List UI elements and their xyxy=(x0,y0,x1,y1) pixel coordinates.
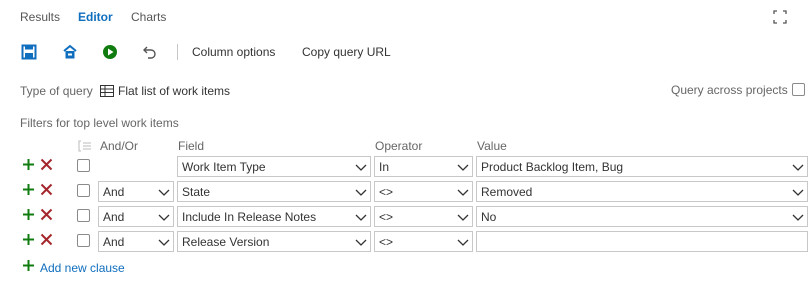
chevron-down-icon xyxy=(355,239,367,246)
operator-dropdown[interactable]: <> xyxy=(374,206,473,227)
field-dropdown[interactable]: Include In Release Notes xyxy=(177,206,371,227)
tab-results[interactable]: Results xyxy=(20,10,60,24)
column-options-button[interactable]: Column options xyxy=(192,45,275,59)
add-clause-icon[interactable] xyxy=(22,233,35,246)
add-new-clause-link[interactable]: Add new clause xyxy=(40,261,125,275)
tab-charts[interactable]: Charts xyxy=(131,10,166,24)
chevron-down-icon xyxy=(355,164,367,171)
toolbar-separator xyxy=(177,44,178,60)
delete-clause-icon[interactable] xyxy=(40,183,53,196)
chevron-down-icon xyxy=(792,164,804,171)
field-value: Work Item Type xyxy=(182,160,266,174)
chevron-down-icon xyxy=(457,214,469,221)
field-value: State xyxy=(182,185,211,199)
chevron-down-icon xyxy=(355,189,367,196)
delete-clause-icon[interactable] xyxy=(40,208,53,221)
andor-dropdown[interactable]: And xyxy=(98,206,174,227)
value-dropdown[interactable]: Removed xyxy=(476,181,808,202)
header-value: Value xyxy=(477,139,507,153)
value-dropdown[interactable]: Product Backlog Item, Bug xyxy=(476,156,808,177)
value-dropdown[interactable]: No xyxy=(476,206,808,227)
chevron-down-icon xyxy=(158,189,170,196)
andor-dropdown[interactable]: And xyxy=(98,231,174,252)
add-clause-icon[interactable] xyxy=(22,158,35,171)
operator-value: <> xyxy=(379,185,394,199)
add-icon[interactable] xyxy=(22,259,35,272)
run-query-icon[interactable] xyxy=(102,44,118,60)
delete-clause-icon[interactable] xyxy=(40,158,53,171)
clause-select-checkbox[interactable] xyxy=(77,234,90,247)
value-input[interactable] xyxy=(476,231,808,252)
field-value: Release Version xyxy=(182,235,270,249)
filters-title: Filters for top level work items xyxy=(20,116,179,130)
andor-value: And xyxy=(103,185,125,199)
andor-value: And xyxy=(103,235,125,249)
field-dropdown[interactable]: Work Item Type xyxy=(177,156,371,177)
field-dropdown[interactable]: Release Version xyxy=(177,231,371,252)
query-type-value: Flat list of work items xyxy=(118,84,231,98)
operator-dropdown[interactable]: <> xyxy=(374,181,473,202)
operator-value: <> xyxy=(379,210,394,224)
andor-dropdown[interactable]: And xyxy=(98,181,174,202)
chevron-down-icon xyxy=(457,164,469,171)
tab-editor[interactable]: Editor xyxy=(78,10,113,24)
chevron-down-icon xyxy=(792,189,804,196)
query-across-projects-label: Query across projects xyxy=(671,83,788,97)
save-icon[interactable] xyxy=(21,44,37,60)
query-type-selector[interactable]: Flat list of work items xyxy=(100,84,230,98)
operator-value: <> xyxy=(379,235,394,249)
save-as-icon[interactable] xyxy=(62,44,78,60)
chevron-down-icon xyxy=(355,214,367,221)
chevron-down-icon xyxy=(457,189,469,196)
operator-dropdown[interactable]: In xyxy=(374,156,473,177)
clause-select-checkbox[interactable] xyxy=(77,209,90,222)
value-value: Removed xyxy=(481,185,533,199)
operator-dropdown[interactable]: <> xyxy=(374,231,473,252)
operator-value: In xyxy=(379,160,390,174)
chevron-down-icon xyxy=(792,214,804,221)
andor-value: And xyxy=(103,210,125,224)
copy-query-url-button[interactable]: Copy query URL xyxy=(302,45,391,59)
header-operator: Operator xyxy=(375,139,423,153)
delete-clause-icon[interactable] xyxy=(40,233,53,246)
chevron-down-icon xyxy=(158,214,170,221)
add-clause-icon[interactable] xyxy=(22,183,35,196)
table-icon xyxy=(100,85,114,97)
group-clauses-icon[interactable] xyxy=(78,140,92,152)
chevron-down-icon xyxy=(457,239,469,246)
field-value: Include In Release Notes xyxy=(182,210,317,224)
undo-icon[interactable] xyxy=(142,44,158,60)
value-value: Product Backlog Item, Bug xyxy=(481,160,624,174)
fullscreen-icon[interactable] xyxy=(773,10,787,24)
clause-select-checkbox[interactable] xyxy=(77,159,90,172)
header-andor: And/Or xyxy=(100,139,139,153)
add-clause-icon[interactable] xyxy=(22,208,35,221)
clause-select-checkbox[interactable] xyxy=(77,184,90,197)
chevron-down-icon xyxy=(158,239,170,246)
query-across-projects-checkbox[interactable] xyxy=(792,83,805,96)
value-value: No xyxy=(481,210,497,224)
field-dropdown[interactable]: State xyxy=(177,181,371,202)
header-field: Field xyxy=(178,139,205,153)
query-type-label: Type of query xyxy=(20,84,93,98)
